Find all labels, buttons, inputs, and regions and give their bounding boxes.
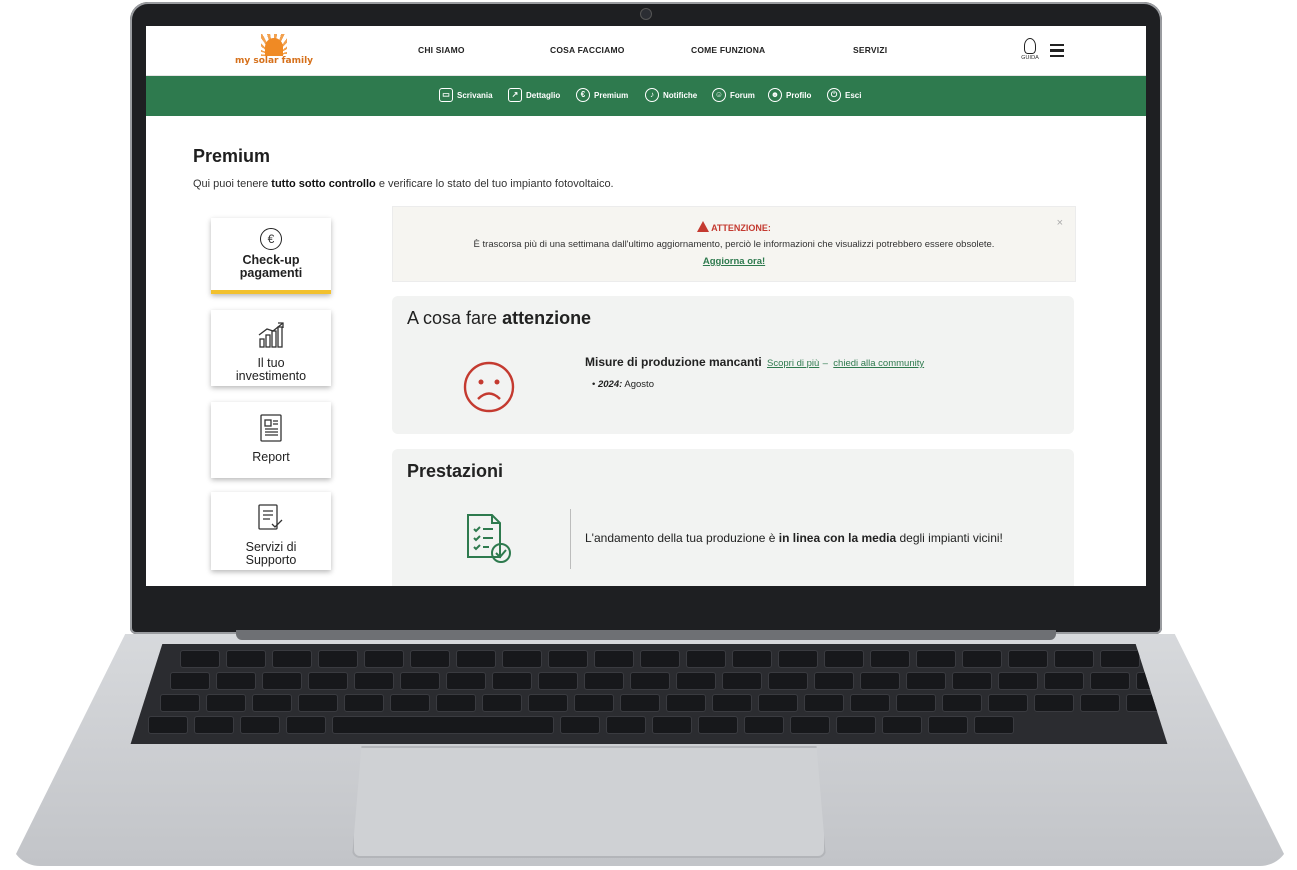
card-report[interactable]: Report [211,402,331,478]
missing-period-item: • 2024: Agosto [592,379,654,390]
card-checkup-pagamenti[interactable]: € Check-up pagamenti [211,218,331,294]
checklist-icon [211,504,331,537]
bell-icon: ♪ [645,88,659,102]
close-icon[interactable]: × [1057,217,1063,229]
document-check-icon [464,513,514,570]
nav-chi-siamo[interactable]: CHI SIAMO [418,45,465,55]
report-icon [211,414,331,447]
guida-button[interactable]: GUIDA [1019,38,1041,61]
update-now-link[interactable]: Aggiorna ora! [703,256,765,267]
card-servizi-di-supporto[interactable]: Servizi di Supporto [211,492,331,570]
outdated-data-alert: ATTENZIONE: È trascorsa più di una setti… [392,206,1076,282]
nav-servizi[interactable]: SERVIZI [853,45,887,55]
lightbulb-icon [1024,38,1036,54]
warning-icon [697,221,710,232]
subnav-notifiche[interactable]: ♪ Notifiche [645,88,697,102]
euro-icon: € [576,88,590,102]
monitor-icon: ▭ [439,88,453,102]
keyboard [130,644,1168,744]
trackpad [352,746,826,858]
euro-icon: € [260,228,282,250]
alert-title: ATTENZIONE: [711,223,771,233]
forum-icon: ☺ [712,88,726,102]
user-icon: ☻ [768,88,782,102]
alert-message: È trascorsa più di una settimana dall'ul… [473,239,995,250]
card-il-tuo-investimento[interactable]: Il tuo investimento [211,310,331,386]
performance-title: Prestazioni [407,461,504,481]
performance-text: L'andamento della tua produzione è in li… [585,531,1003,545]
top-navbar: my solar family CHI SIAMO COSA FACCIAMO … [146,26,1146,76]
subnav-profilo[interactable]: ☻ Profilo [768,88,811,102]
scopri-di-piu-link[interactable]: Scopri di più [767,358,819,369]
subnav-forum[interactable]: ☺ Forum [712,88,755,102]
subnav-premium[interactable]: € Premium [576,88,628,102]
missing-measures-issue: Misure di produzione mancanti Scopri di … [585,355,925,369]
logo-text: my solar family [234,56,314,66]
attention-title: A cosa fare attenzione [407,308,592,328]
nav-come-funziona[interactable]: COME FUNZIONA [691,45,765,55]
performance-panel: Prestazioni L'andamento della tua produz… [392,449,1074,586]
attention-panel: A cosa fare attenzione Misure di produzi… [392,296,1074,434]
laptop-hinge [236,630,1056,640]
guida-label: GUIDA [1021,55,1039,61]
hamburger-menu-icon[interactable] [1050,44,1064,60]
power-icon: ⏻ [827,88,841,102]
sad-face-icon [462,360,515,413]
subnav-scrivania[interactable]: ▭ Scrivania [439,88,493,102]
webcam-icon [640,8,652,20]
page-intro: Qui puoi tenere tutto sotto controllo e … [193,178,614,190]
growth-chart-icon [211,322,331,353]
laptop-screen: my solar family CHI SIAMO COSA FACCIAMO … [146,26,1146,586]
community-link[interactable]: chiedi alla community [833,358,924,369]
sun-logo-icon [261,34,287,56]
premium-subnav: ▭ Scrivania ↗ Dettaglio € Premium ♪ Notifich… [146,76,1146,116]
site-logo[interactable]: my solar family [234,34,314,66]
chart-icon: ↗ [508,88,522,102]
subnav-dettaglio[interactable]: ↗ Dettaglio [508,88,560,102]
divider [570,509,571,569]
page-title: Premium [193,146,271,166]
subnav-esci[interactable]: ⏻ Esci [827,88,861,102]
nav-cosa-facciamo[interactable]: COSA FACCIAMO [550,45,625,55]
